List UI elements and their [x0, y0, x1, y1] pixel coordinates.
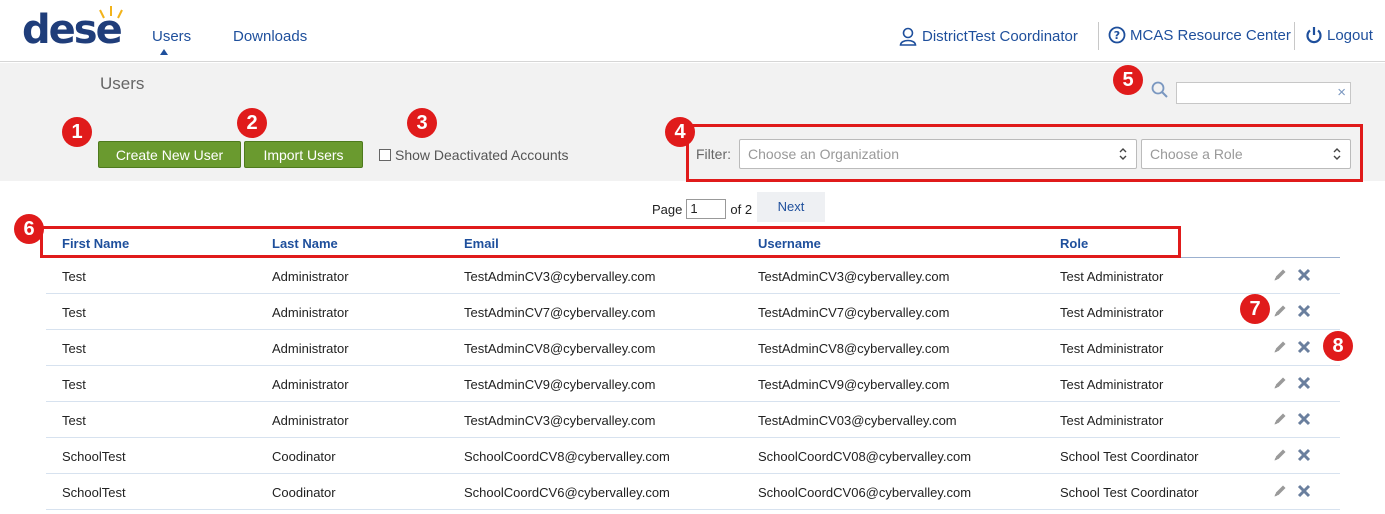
cell-first-name: SchoolTest	[62, 449, 126, 464]
columns-highlight-box	[40, 226, 1181, 258]
delete-x-icon[interactable]	[1296, 303, 1312, 319]
callout-5: 5	[1113, 65, 1143, 95]
cell-role: School Test Coordinator	[1060, 485, 1199, 500]
table-row: Test Administrator TestAdminCV7@cybervalle…	[46, 294, 1340, 330]
cell-role: Test Administrator	[1060, 269, 1164, 284]
cell-role: Test Administrator	[1060, 305, 1164, 320]
cell-username: TestAdminCV7@cybervalley.com	[758, 305, 950, 320]
header-divider	[1098, 22, 1099, 50]
delete-x-icon[interactable]	[1296, 447, 1312, 463]
cell-last-name: Administrator	[272, 269, 349, 284]
edit-pencil-icon[interactable]	[1272, 375, 1288, 391]
cell-last-name: Administrator	[272, 377, 349, 392]
page-label: Page	[652, 201, 683, 217]
cell-role: Test Administrator	[1060, 413, 1164, 428]
cell-first-name: Test	[62, 413, 86, 428]
svg-text:?: ?	[1114, 29, 1120, 42]
filter-highlight-box	[686, 124, 1363, 182]
edit-pencil-icon[interactable]	[1272, 339, 1288, 355]
user-icon	[899, 27, 917, 46]
show-deactivated-label: Show Deactivated Accounts	[395, 147, 569, 163]
users-table: First Name Last Name Email Username Role…	[46, 228, 1340, 510]
question-circle-icon: ?	[1108, 26, 1126, 44]
logout-label: Logout	[1327, 26, 1373, 44]
cell-username: SchoolCoordCV06@cybervalley.com	[758, 485, 972, 500]
table-row: Test Administrator TestAdminCV3@cybervalle…	[46, 258, 1340, 294]
cell-username: TestAdminCV8@cybervalley.com	[758, 341, 950, 356]
callout-6: 6	[14, 214, 44, 244]
clear-icon[interactable]: ×	[1337, 84, 1346, 102]
edit-pencil-icon[interactable]	[1272, 267, 1288, 283]
page-total: of 2	[730, 201, 753, 217]
cell-email: SchoolCoordCV6@cybervalley.com	[464, 485, 670, 500]
show-deactivated-toggle[interactable]: Show Deactivated Accounts	[379, 147, 569, 163]
cell-username: TestAdminCV03@cybervalley.com	[758, 413, 957, 428]
nav-downloads[interactable]: Downloads	[233, 28, 307, 45]
cell-last-name: Administrator	[272, 413, 349, 428]
delete-x-icon[interactable]	[1296, 411, 1312, 427]
cell-first-name: Test	[62, 305, 86, 320]
callout-7: 7	[1240, 294, 1270, 324]
power-icon	[1306, 27, 1322, 44]
resource-center-link[interactable]: ? MCAS Resource Center	[1108, 26, 1291, 44]
callout-8: 8	[1323, 331, 1353, 361]
table-row: Test Administrator TestAdminCV8@cybervalle…	[46, 330, 1340, 366]
pagination: Page 1 of 2	[652, 199, 752, 219]
cell-last-name: Coodinator	[272, 485, 336, 500]
cell-role: School Test Coordinator	[1060, 449, 1199, 464]
cell-last-name: Coodinator	[272, 449, 336, 464]
callout-4: 4	[665, 117, 695, 147]
cell-username: SchoolCoordCV08@cybervalley.com	[758, 449, 972, 464]
cell-username: TestAdminCV3@cybervalley.com	[758, 269, 950, 284]
delete-x-icon[interactable]	[1296, 483, 1312, 499]
logout-button[interactable]: Logout	[1305, 26, 1373, 44]
table-row: Test Administrator TestAdminCV3@cybervalle…	[46, 402, 1340, 438]
show-deactivated-checkbox[interactable]	[379, 149, 391, 161]
import-users-button[interactable]: Import Users	[244, 141, 363, 168]
delete-x-icon[interactable]	[1296, 339, 1312, 355]
table-row: SchoolTest Coodinator SchoolCoordCV6@cyber…	[46, 474, 1340, 510]
header-divider	[1294, 22, 1295, 50]
delete-x-icon[interactable]	[1296, 375, 1312, 391]
table-row: SchoolTest Coodinator SchoolCoordCV8@cyber…	[46, 438, 1340, 474]
cell-first-name: Test	[62, 377, 86, 392]
next-page-button[interactable]: Next	[757, 192, 825, 222]
callout-2: 2	[237, 108, 267, 138]
resource-center-label: MCAS Resource Center	[1130, 26, 1291, 44]
cell-username: TestAdminCV9@cybervalley.com	[758, 377, 950, 392]
cell-email: TestAdminCV3@cybervalley.com	[464, 413, 656, 428]
user-menu[interactable]: DistrictTest Coordinator	[898, 26, 1078, 46]
cell-email: SchoolCoordCV8@cybervalley.com	[464, 449, 670, 464]
cell-email: TestAdminCV9@cybervalley.com	[464, 377, 656, 392]
cell-email: TestAdminCV3@cybervalley.com	[464, 269, 656, 284]
cell-first-name: Test	[62, 341, 86, 356]
top-header: dese Users Downloads DistrictTest Coordi…	[0, 0, 1385, 62]
page-number-input[interactable]: 1	[686, 199, 727, 219]
cell-first-name: Test	[62, 269, 86, 284]
cell-last-name: Administrator	[272, 305, 349, 320]
cell-role: Test Administrator	[1060, 341, 1164, 356]
callout-3: 3	[407, 108, 437, 138]
nav-active-indicator	[160, 49, 168, 55]
page-title: Users	[100, 74, 145, 93]
create-new-user-button[interactable]: Create New User	[98, 141, 241, 168]
edit-pencil-icon[interactable]	[1272, 303, 1288, 319]
delete-x-icon[interactable]	[1296, 267, 1312, 283]
cell-email: TestAdminCV7@cybervalley.com	[464, 305, 656, 320]
logo-spark-icon	[99, 6, 123, 19]
cell-role: Test Administrator	[1060, 377, 1164, 392]
edit-pencil-icon[interactable]	[1272, 447, 1288, 463]
callout-1: 1	[62, 117, 92, 147]
search-input[interactable]: ×	[1176, 82, 1351, 104]
cell-last-name: Administrator	[272, 341, 349, 356]
edit-pencil-icon[interactable]	[1272, 483, 1288, 499]
nav-users[interactable]: Users	[152, 28, 191, 45]
table-row: Test Administrator TestAdminCV9@cybervalle…	[46, 366, 1340, 402]
cell-email: TestAdminCV8@cybervalley.com	[464, 341, 656, 356]
edit-pencil-icon[interactable]	[1272, 411, 1288, 427]
search-icon[interactable]	[1150, 80, 1170, 100]
cell-first-name: SchoolTest	[62, 485, 126, 500]
user-name: DistrictTest Coordinator	[922, 27, 1078, 45]
